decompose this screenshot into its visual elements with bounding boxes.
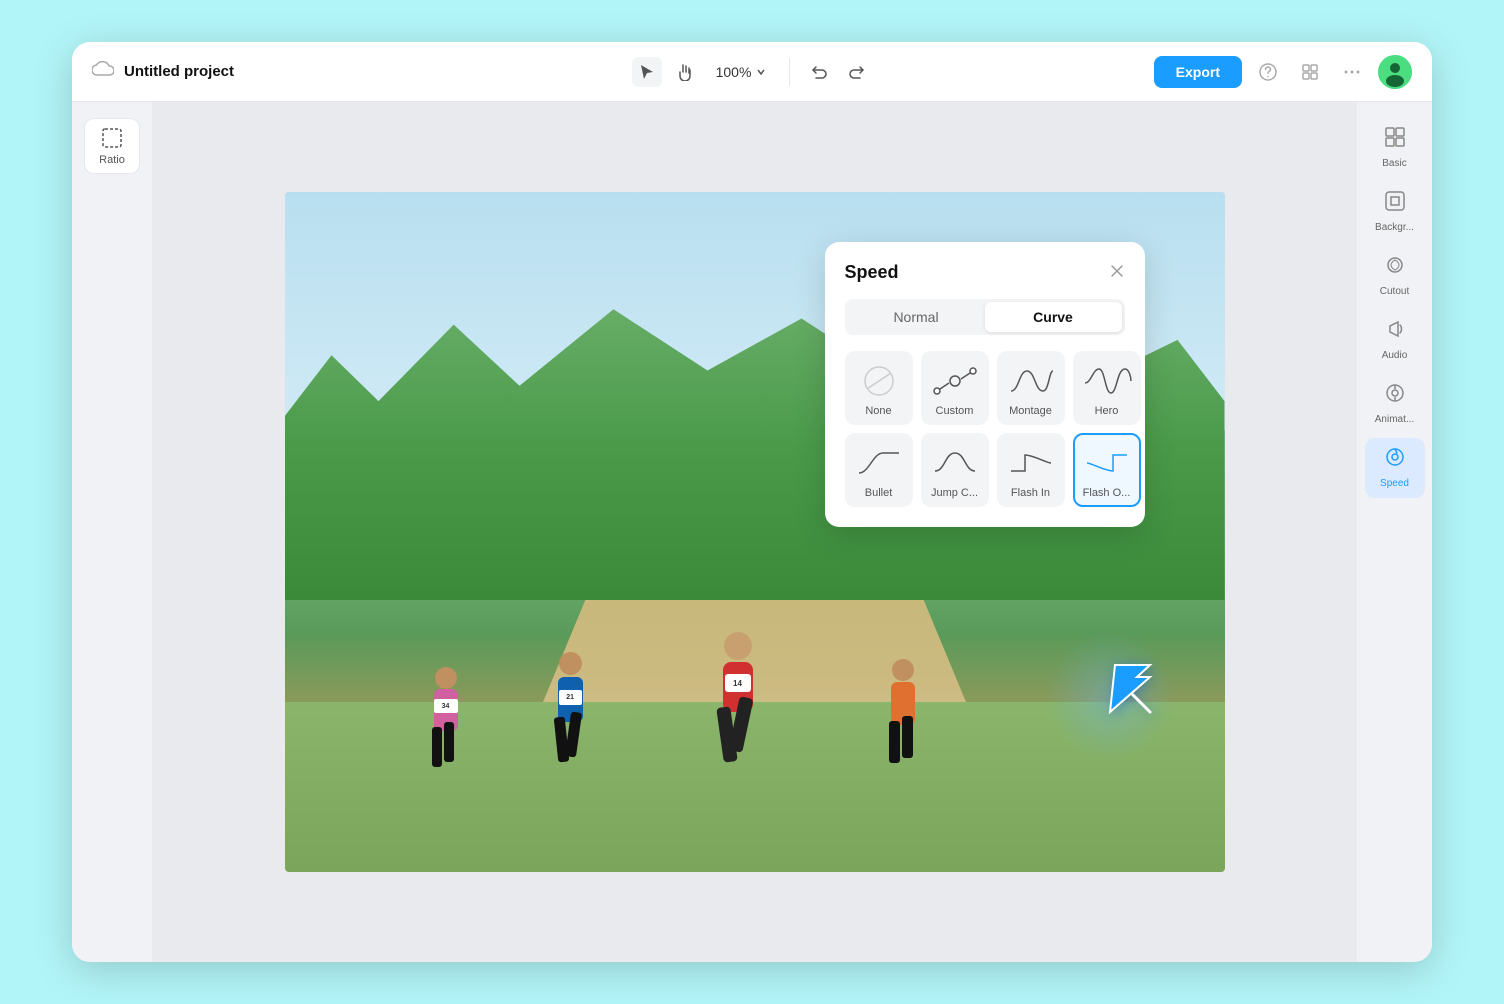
project-title: Untitled project [124,63,234,80]
speed-tab-row: Normal Curve [845,299,1125,335]
left-panel: Ratio [72,102,152,962]
curve-hero[interactable]: Hero [1073,351,1141,425]
header-left: Untitled project [92,59,620,85]
main-area: Ratio [72,102,1432,962]
close-popup-button[interactable] [1109,263,1125,282]
popup-header: Speed [845,262,1125,283]
curve-none[interactable]: None [845,351,913,425]
cutout-icon [1384,254,1406,282]
curve-jump[interactable]: Jump C... [921,433,989,507]
background-icon [1384,190,1406,218]
ratio-label: Ratio [99,154,125,166]
cloud-icon [92,59,114,85]
curve-bullet-label: Bullet [865,487,893,499]
header-right: Export [884,55,1412,89]
divider [789,58,790,86]
app-window: Untitled project 100% [72,42,1432,962]
sidebar-label-cutout: Cutout [1380,286,1409,298]
help-button[interactable] [1252,56,1284,88]
curve-flash-out-label: Flash O... [1083,487,1131,499]
cursor-arrow [1095,657,1165,732]
tab-curve[interactable]: Curve [985,302,1122,332]
curve-custom[interactable]: Custom [921,351,989,425]
popup-title: Speed [845,262,899,283]
curve-jump-label: Jump C... [931,487,978,499]
header: Untitled project 100% [72,42,1432,102]
avatar[interactable] [1378,55,1412,89]
ratio-button[interactable]: Ratio [84,118,140,174]
zoom-control[interactable]: 100% [708,60,776,84]
speed-icon [1384,446,1406,474]
tab-normal[interactable]: Normal [848,302,985,332]
curve-custom-label: Custom [936,405,974,417]
curve-flash-in-label: Flash In [1011,487,1050,499]
sidebar-item-audio[interactable]: Audio [1365,310,1425,370]
sidebar-item-cutout[interactable]: Cutout [1365,246,1425,306]
sidebar-label-basic: Basic [1382,158,1406,170]
canvas-image: 14 21 34 [285,192,1225,872]
pointer-tool-button[interactable] [632,57,662,87]
curve-none-label: None [865,405,891,417]
canvas-area: 14 21 34 [152,102,1357,962]
animation-icon [1384,382,1406,410]
more-button[interactable] [1336,56,1368,88]
sidebar-item-basic[interactable]: Basic [1365,118,1425,178]
header-center: 100% [632,57,873,87]
undo-button[interactable] [804,57,834,87]
hand-tool-button[interactable] [670,57,700,87]
redo-button[interactable] [842,57,872,87]
audio-icon [1384,318,1406,346]
sidebar-label-background: Backgr... [1375,222,1414,234]
export-button[interactable]: Export [1154,56,1242,88]
curve-montage-label: Montage [1009,405,1052,417]
sidebar-label-animation: Animat... [1375,414,1414,426]
curve-grid: None Custom [845,351,1125,507]
sidebar-item-animation[interactable]: Animat... [1365,374,1425,434]
curve-hero-label: Hero [1095,405,1119,417]
curve-flash-in[interactable]: Flash In [997,433,1065,507]
speed-popup: Speed Normal Curve [825,242,1145,527]
sidebar-label-speed: Speed [1380,478,1409,490]
sidebar-label-audio: Audio [1382,350,1408,362]
right-sidebar: Basic Backgr... [1357,102,1432,962]
sidebar-item-speed[interactable]: Speed [1365,438,1425,498]
curve-flash-out[interactable]: Flash O... [1073,433,1141,507]
curve-montage[interactable]: Montage [997,351,1065,425]
layers-button[interactable] [1294,56,1326,88]
basic-icon [1384,126,1406,154]
curve-bullet[interactable]: Bullet [845,433,913,507]
sidebar-item-background[interactable]: Backgr... [1365,182,1425,242]
